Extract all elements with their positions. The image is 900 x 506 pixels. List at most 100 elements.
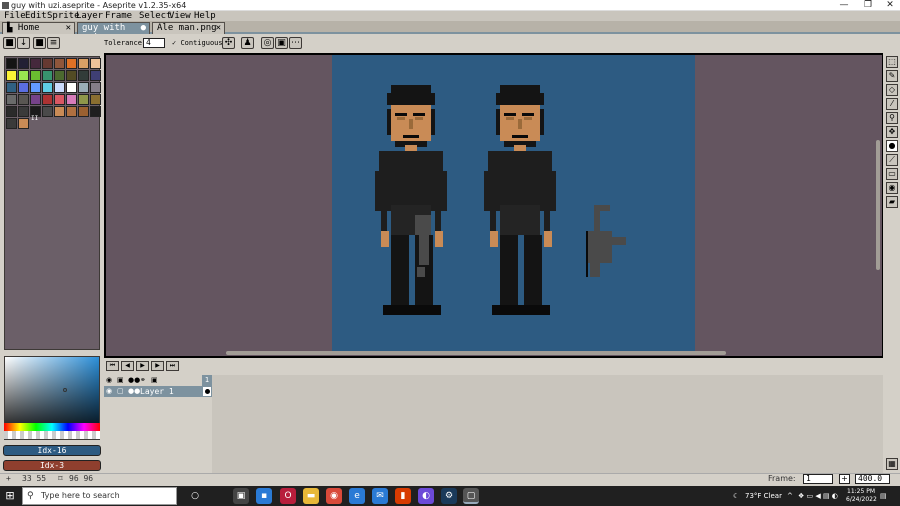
visibility-header-icon[interactable]: ◉ [106,376,112,385]
preview-icon[interactable]: ▦ [886,458,898,470]
eraser-tool-icon[interactable]: ◇ [886,84,898,96]
fill-mode-icon[interactable]: ♟ [241,37,254,49]
palette-swatch[interactable] [66,106,77,117]
menu-frame[interactable]: Frame [103,11,134,21]
palette-swatch[interactable] [54,82,65,93]
move-tool-icon[interactable]: ✥ [886,126,898,138]
palette-swatch[interactable] [18,58,29,69]
tolerance-input[interactable]: 4 [143,38,165,48]
sprite-canvas[interactable] [332,55,695,351]
palette-swatch[interactable] [6,94,17,105]
modified-dot-icon[interactable]: ● [141,23,146,33]
clock-date[interactable]: 6/24/2022 [846,496,877,504]
windows-start-icon[interactable]: ⊞ [0,486,20,506]
palette-swatch[interactable] [90,106,101,117]
new-frame-button[interactable]: + [839,474,850,484]
palette-swatch[interactable] [18,70,29,81]
lock-icon[interactable]: ■ [3,37,16,49]
line-tool-icon[interactable]: ⟋ [886,154,898,166]
contiguous-checkbox[interactable]: ✓ Contiguous [172,39,223,48]
file-explorer-icon[interactable]: ▬ [303,488,319,504]
palette-swatch[interactable] [90,58,101,69]
palette-swatch[interactable] [54,94,65,105]
palette-swatch[interactable] [90,82,101,93]
layer-name[interactable]: Layer 1 [140,386,204,397]
blur-tool-icon[interactable]: ▰ [886,196,898,208]
palette-swatch[interactable] [30,82,41,93]
palette-swatch[interactable] [90,94,101,105]
office-icon[interactable]: ▮ [395,488,411,504]
mail-icon[interactable]: ✉ [372,488,388,504]
menu-view[interactable]: View [167,11,193,21]
fill-tool-icon[interactable]: ● [886,140,898,152]
palette-swatch[interactable] [42,94,53,105]
menu-icon[interactable]: ≡ [47,37,60,49]
tray-apps-icon[interactable]: ❖ ▭ ◀ ▤ ◐ [798,486,838,506]
link-header-icon[interactable]: ⚭ [140,376,146,385]
play-icon[interactable]: ▶ [136,361,149,371]
palette-swatch[interactable] [78,58,89,69]
palette-swatch[interactable] [30,70,41,81]
tray-chevron-icon[interactable]: ^ [787,486,793,506]
frame-cel[interactable] [202,386,212,397]
contour-tool-icon[interactable]: ◉ [886,182,898,194]
store-icon[interactable]: ▪ [256,488,272,504]
frame-input[interactable]: 1 [803,474,833,484]
foreground-color-button[interactable]: Idx-16 [3,445,101,456]
palette-swatch[interactable] [42,106,53,117]
palette-swatch[interactable] [66,70,77,81]
palette-swatch[interactable] [18,118,29,129]
palette-swatch[interactable] [54,106,65,117]
sample-icon[interactable]: ✣ [222,37,235,49]
zoom-tool-icon[interactable]: ⚲ [886,112,898,124]
palette-swatch[interactable] [66,58,77,69]
palette-swatch[interactable] [54,58,65,69]
previous-frame-icon[interactable]: ◀ [121,361,134,371]
tab-home[interactable]: ▙ Home ✕ [2,22,75,34]
background-color-button[interactable]: Idx-3 [3,460,101,471]
palette-swatch[interactable] [78,70,89,81]
weather-icon[interactable]: ☾ [733,486,739,506]
horizontal-scroll-thumb[interactable] [226,351,726,355]
weather-text[interactable]: 73°F Clear [745,486,782,506]
taskbar-search[interactable]: ⚲ Type here to search [22,487,177,505]
frame-header[interactable]: 1 [202,375,212,386]
pixel-perfect-icon[interactable]: ◎ [261,37,274,49]
palette-swatch[interactable] [6,82,17,93]
tab-guy-with-uzi[interactable]: guy with uzi.as ● [77,22,150,43]
palette-swatch[interactable] [18,82,29,93]
chrome-icon[interactable]: ◉ [326,488,342,504]
layer-continuous-icon[interactable]: ●● [128,387,140,396]
aseprite-taskbar-icon[interactable]: ▢ [463,488,479,504]
tab-ale-man[interactable]: Ale man.png ✕ [152,22,225,34]
palette-swatch[interactable] [90,70,101,81]
palette-swatch[interactable] [78,106,89,117]
palette-swatch[interactable] [6,118,17,129]
color-cursor[interactable] [63,388,67,392]
zoom-input[interactable]: 400.0 [855,474,890,484]
palette-swatch[interactable] [6,70,17,81]
pencil-tool-icon[interactable]: ✎ [886,70,898,82]
cortana-icon[interactable]: ○ [187,488,203,504]
palette-swatch[interactable] [42,58,53,69]
close-button[interactable]: ✕ [876,0,900,11]
palette-swatch[interactable] [66,82,77,93]
more-options-icon[interactable]: ⋯ [289,37,302,49]
edge-icon[interactable]: e [349,488,365,504]
palette-swatch[interactable] [78,94,89,105]
palette-swatch[interactable] [30,58,41,69]
stamp-icon[interactable]: ■ [33,37,46,49]
cels-area[interactable] [212,375,883,473]
palette-swatch[interactable] [6,58,17,69]
next-frame-icon[interactable]: ▶ [151,361,164,371]
palette-swatch[interactable] [6,106,17,117]
layer-menu-icon[interactable]: ▣ [151,376,158,385]
symmetry-icon[interactable]: ▣ [275,37,288,49]
notifications-icon[interactable]: ▤ [880,486,887,506]
onion-header-icon[interactable]: ●● [128,376,140,385]
rectangle-tool-icon[interactable]: ▭ [886,168,898,180]
eyedropper-tool-icon[interactable]: ⁄ [886,98,898,110]
close-tab-icon[interactable]: ✕ [66,23,71,33]
palette-swatch[interactable] [78,82,89,93]
marquee-tool-icon[interactable]: ⬚ [886,56,898,68]
